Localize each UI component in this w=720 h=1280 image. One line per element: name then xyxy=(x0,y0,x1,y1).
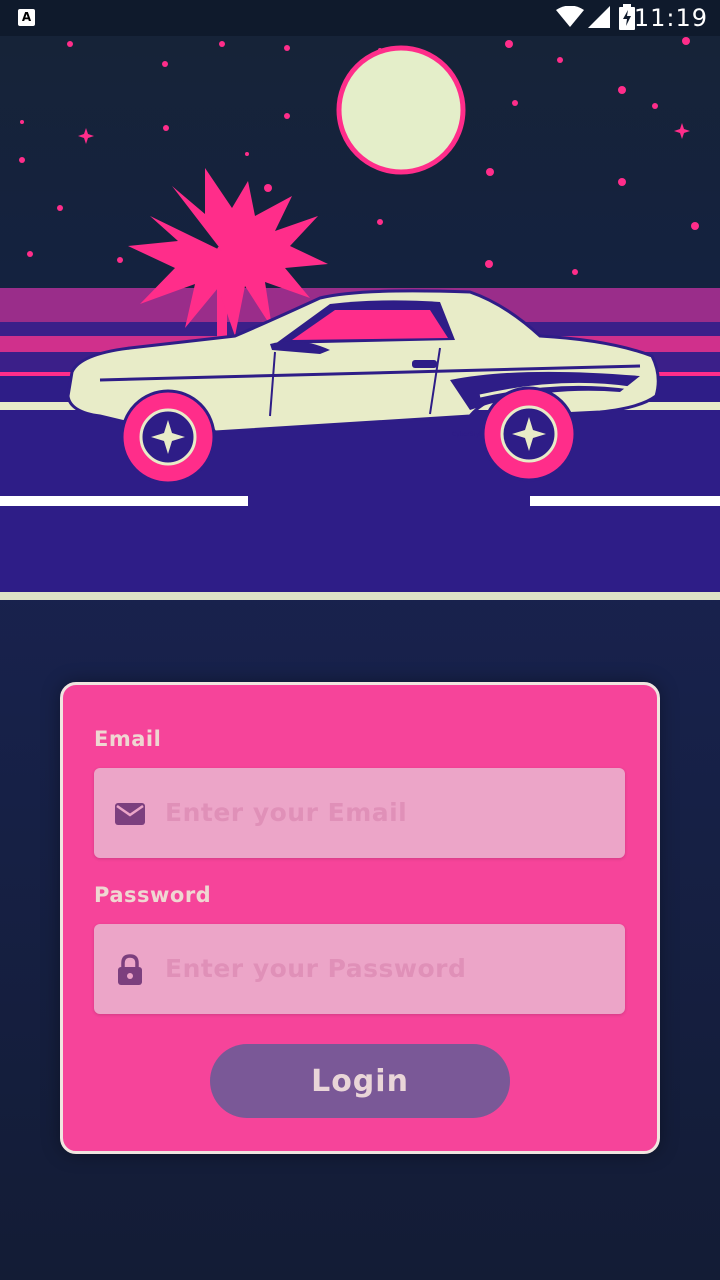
password-field[interactable]: Enter your Password xyxy=(94,924,625,1014)
car-tag: CyberStyle xyxy=(452,431,485,438)
login-card: Email Enter your Email Password Enter yo… xyxy=(60,682,660,1154)
front-wheel xyxy=(481,386,577,482)
email-label: Email xyxy=(94,727,162,751)
email-field[interactable]: Enter your Email xyxy=(94,768,625,858)
wifi-icon xyxy=(556,6,584,27)
rear-wheel xyxy=(120,389,216,485)
password-placeholder: Enter your Password xyxy=(165,954,467,983)
mail-icon xyxy=(115,803,145,825)
hero-illustration: CyberStyle xyxy=(0,36,720,600)
lock-icon xyxy=(118,954,142,985)
moon xyxy=(336,45,466,175)
login-button[interactable]: Login xyxy=(210,1044,510,1118)
status-bar: A 11:19 xyxy=(0,0,720,36)
password-label: Password xyxy=(94,883,212,907)
email-placeholder: Enter your Email xyxy=(165,798,408,827)
clock: 11:19 xyxy=(633,4,708,32)
cell-signal-icon xyxy=(588,6,610,28)
battery-charging-icon xyxy=(619,4,635,30)
app-notification-icon: A xyxy=(18,9,35,26)
